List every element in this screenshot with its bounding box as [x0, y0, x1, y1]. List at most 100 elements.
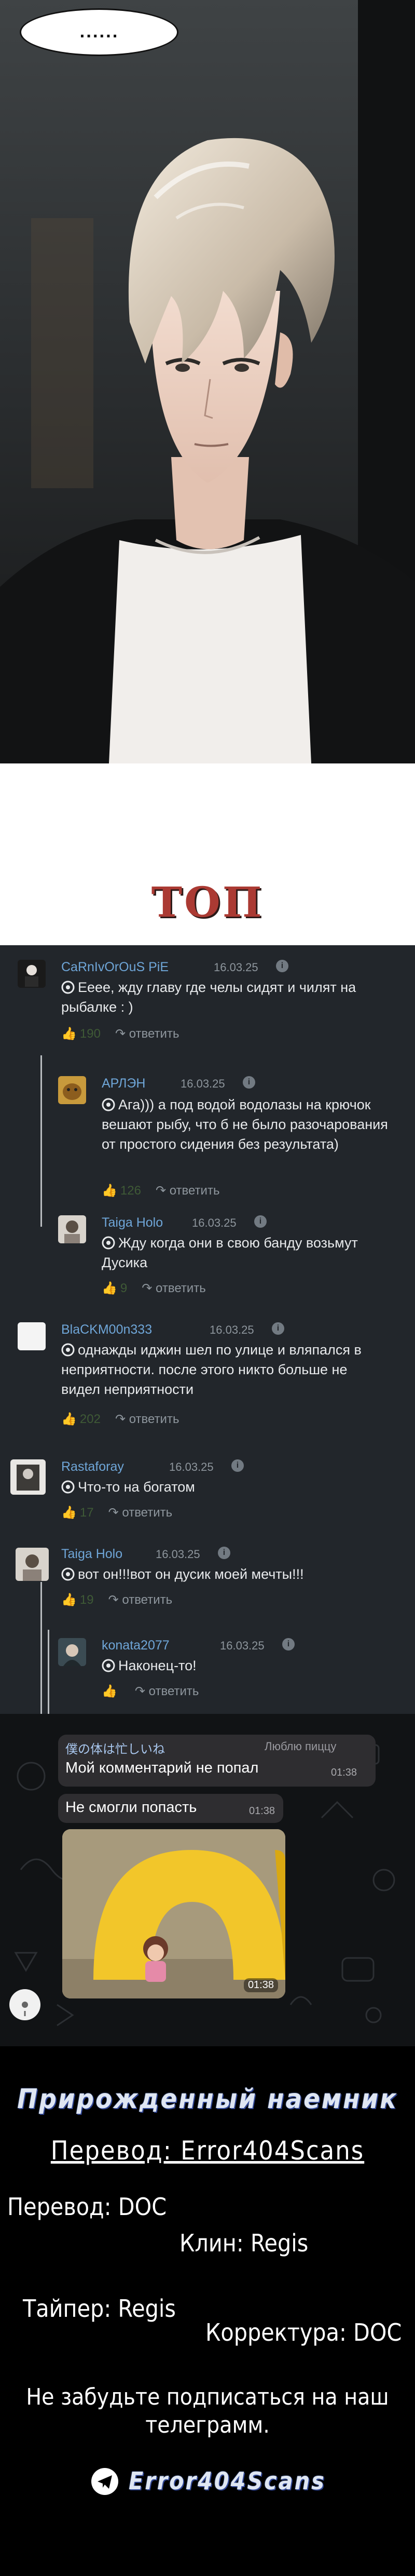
- comment-actions: 👍 126 ↷ ответить: [102, 1183, 219, 1198]
- subscribe-note-line1: Не забудьте подписаться на наш: [26, 2384, 389, 2410]
- comment-date: 16.03.25: [210, 1323, 254, 1336]
- info-icon[interactable]: i: [276, 960, 288, 972]
- sticker-icon: [102, 1658, 115, 1672]
- chat-message-time: 01:38: [331, 1767, 357, 1778]
- comment-body: Что-то на богатом: [78, 1479, 195, 1495]
- comment-username[interactable]: Rastaforay: [61, 1459, 124, 1474]
- reply-button[interactable]: ответить: [129, 1027, 179, 1041]
- comment-username[interactable]: Taiga Holo: [61, 1547, 122, 1562]
- reply-button[interactable]: ответить: [122, 1593, 172, 1607]
- like-icon[interactable]: 👍: [61, 1027, 77, 1041]
- section-title: ТОП: [151, 878, 264, 927]
- comment-username[interactable]: konata2077: [102, 1638, 170, 1653]
- like-count: 17: [79, 1506, 94, 1520]
- manga-illustration: [0, 0, 415, 763]
- reply-button[interactable]: ответить: [170, 1184, 220, 1198]
- comment-username[interactable]: CaRnIvOrOuS PiE: [61, 960, 169, 975]
- chat-image-message[interactable]: 01:38: [62, 1829, 285, 1998]
- avatar[interactable]: [58, 1076, 86, 1104]
- comment-text: однажды иджин шел по улице и вляпался в …: [61, 1340, 383, 1399]
- comment-username[interactable]: BlaCKM00n333: [61, 1322, 152, 1337]
- chat-message[interactable]: Не смогли попасть 01:38: [58, 1794, 283, 1823]
- reply-button[interactable]: ответить: [156, 1281, 206, 1295]
- reply-button[interactable]: ответить: [149, 1684, 199, 1698]
- telegram-channel-link[interactable]: Error404Scans: [129, 2467, 326, 2495]
- like-icon[interactable]: 👍: [61, 1506, 77, 1520]
- reply-icon[interactable]: ↷: [108, 1506, 122, 1520]
- chat-sender-tag: Люблю пиццу: [265, 1740, 337, 1753]
- chat-screenshot: 僕の体は忙しいね Люблю пиццу Мой комментарий не …: [0, 1714, 415, 2046]
- info-icon[interactable]: i: [282, 1638, 295, 1651]
- comment-username[interactable]: АРЛЭН: [102, 1076, 145, 1091]
- comment-date: 16.03.25: [156, 1548, 200, 1561]
- comment-username[interactable]: Taiga Holo: [102, 1215, 163, 1230]
- translator-credit: Перевод: DOC: [7, 2193, 167, 2221]
- chat-image-time: 01:38: [243, 1978, 278, 1992]
- comment-body: однажды иджин шел по улице и вляпался в …: [61, 1342, 362, 1397]
- like-icon[interactable]: 👍: [61, 1593, 77, 1607]
- sticker-icon: [102, 1235, 115, 1250]
- like-count: 9: [120, 1281, 128, 1295]
- comment-actions: 👍 ↷ ответить: [102, 1684, 199, 1699]
- avatar[interactable]: [58, 1638, 86, 1666]
- sticker-icon: [61, 1342, 75, 1357]
- reply-icon[interactable]: ↷: [115, 1412, 129, 1426]
- reply-icon[interactable]: ↷: [108, 1593, 122, 1607]
- comment-actions: 👍 17 ↷ ответить: [61, 1505, 172, 1520]
- comment-body: Жду когда они в свою банду возьмут Дусик…: [102, 1235, 358, 1270]
- chat-message[interactable]: 僕の体は忙しいね Люблю пиццу Мой комментарий не …: [58, 1735, 376, 1787]
- series-title: Прирожденный наемник: [17, 2084, 398, 2115]
- avatar[interactable]: [58, 1215, 86, 1243]
- info-icon[interactable]: i: [218, 1547, 230, 1559]
- proofreader-credit: Корректура: DOC: [205, 2318, 402, 2346]
- comment-text: вот он!!!вот он дусик моей мечты!!!: [61, 1564, 383, 1584]
- chat-message-time: 01:38: [249, 1805, 275, 1817]
- info-icon[interactable]: i: [231, 1459, 244, 1472]
- typer-credit: Тайпер: Regis: [23, 2295, 176, 2323]
- reply-button[interactable]: ответить: [122, 1506, 172, 1520]
- thread-line: [48, 1630, 49, 1714]
- comment-actions: 👍 202 ↷ ответить: [61, 1412, 179, 1427]
- avatar[interactable]: [18, 1322, 46, 1350]
- comment-date: 16.03.25: [192, 1216, 237, 1229]
- comment-text: Что-то на богатом: [61, 1477, 383, 1497]
- avatar[interactable]: [16, 1548, 49, 1581]
- comment-date: 16.03.25: [214, 961, 258, 974]
- sticker-image: [62, 1829, 285, 1998]
- comment-date: 16.03.25: [181, 1077, 225, 1090]
- reply-icon[interactable]: ↷: [115, 1027, 129, 1041]
- comment-actions: 👍 9 ↷ ответить: [102, 1281, 206, 1296]
- like-icon[interactable]: 👍: [102, 1684, 117, 1698]
- reply-icon[interactable]: ↷: [135, 1684, 149, 1698]
- like-count: 126: [120, 1184, 141, 1198]
- reply-button[interactable]: ответить: [129, 1412, 179, 1426]
- sticker-icon: [102, 1097, 115, 1111]
- avatar[interactable]: [10, 1459, 46, 1495]
- comment-text: Наконец-то!: [102, 1656, 382, 1675]
- like-icon[interactable]: 👍: [61, 1412, 77, 1426]
- chat-message-text: Мой комментарий не попал: [65, 1760, 259, 1776]
- chat-sender[interactable]: 僕の体は忙しいね: [65, 1739, 165, 1757]
- like-count: 19: [79, 1593, 94, 1607]
- comments-panel: CaRnIvOrOuS PiE 16.03.25 i Еееe, жду гла…: [0, 945, 415, 1714]
- comment-date: 16.03.25: [220, 1639, 265, 1652]
- like-count: 202: [79, 1412, 101, 1426]
- reply-icon[interactable]: ↷: [142, 1281, 156, 1295]
- info-icon[interactable]: i: [254, 1215, 267, 1228]
- speech-bubble: ......: [20, 8, 178, 56]
- avatar[interactable]: [9, 1989, 40, 2020]
- telegram-icon[interactable]: [91, 2468, 118, 2495]
- credits-panel: Прирожденный наемник Перевод: Error404Sc…: [0, 2046, 415, 2576]
- reply-icon[interactable]: ↷: [156, 1184, 170, 1198]
- cleaner-credit: Клин: Regis: [179, 2229, 309, 2257]
- sticker-icon: [61, 1566, 75, 1581]
- like-icon[interactable]: 👍: [102, 1184, 117, 1198]
- info-icon[interactable]: i: [272, 1322, 284, 1335]
- avatar[interactable]: [18, 960, 46, 988]
- like-icon[interactable]: 👍: [102, 1281, 117, 1295]
- comment-date: 16.03.25: [169, 1460, 214, 1473]
- comment-text: Ага))) а под водой водолазы на крючок ве…: [102, 1095, 392, 1154]
- comment-actions: 👍 190 ↷ ответить: [61, 1026, 179, 1041]
- info-icon[interactable]: i: [243, 1076, 255, 1089]
- thread-line: [40, 1582, 42, 1714]
